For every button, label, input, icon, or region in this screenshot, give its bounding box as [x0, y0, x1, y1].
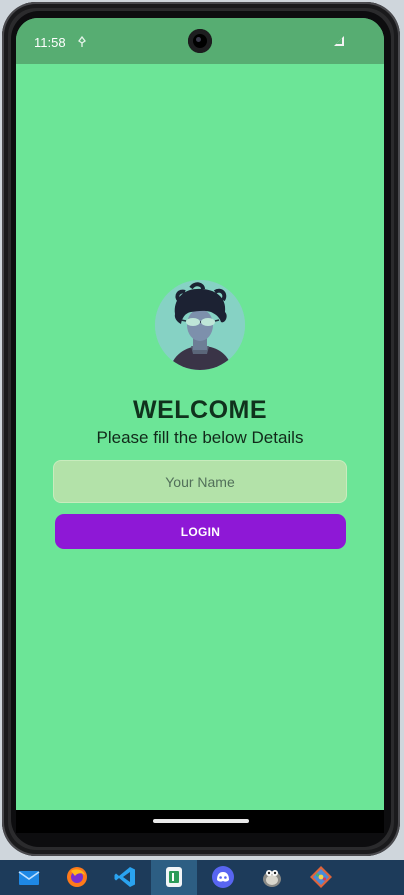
name-input[interactable] [53, 460, 347, 503]
taskbar-gimp[interactable] [249, 860, 295, 895]
taskbar-discord[interactable] [200, 860, 246, 895]
status-bar: 11:58 [16, 18, 384, 64]
home-handle[interactable] [153, 819, 249, 823]
status-time: 11:58 [34, 35, 66, 50]
navigation-bar [16, 810, 384, 833]
taskbar-android-studio[interactable] [151, 860, 197, 895]
welcome-title: WELCOME [132, 396, 268, 424]
taskbar-vscode[interactable] [102, 860, 148, 895]
discord-icon [212, 866, 234, 888]
taskbar [0, 860, 404, 895]
front-camera [188, 29, 212, 53]
gimp-icon [263, 870, 281, 887]
mail-icon [18, 871, 40, 885]
welcome-subtitle: Please fill the below Details [96, 428, 304, 447]
android-studio-icon [166, 867, 182, 887]
signal-alt-icon [78, 36, 86, 47]
login-screen: WELCOME Please fill the below Details LO… [16, 64, 384, 810]
avatar [155, 280, 245, 370]
phone-screen: 11:58 WELCOME Please fill the below Deta… [16, 18, 384, 833]
taskbar-firefox[interactable] [54, 860, 100, 895]
git-icon [310, 866, 332, 888]
avatar-image [155, 280, 245, 370]
signal-icon [334, 36, 344, 46]
login-button[interactable]: LOGIN [55, 514, 346, 549]
taskbar-git[interactable] [298, 860, 344, 895]
taskbar-mail[interactable] [6, 860, 52, 895]
firefox-icon [67, 867, 87, 887]
vscode-icon [114, 867, 135, 887]
